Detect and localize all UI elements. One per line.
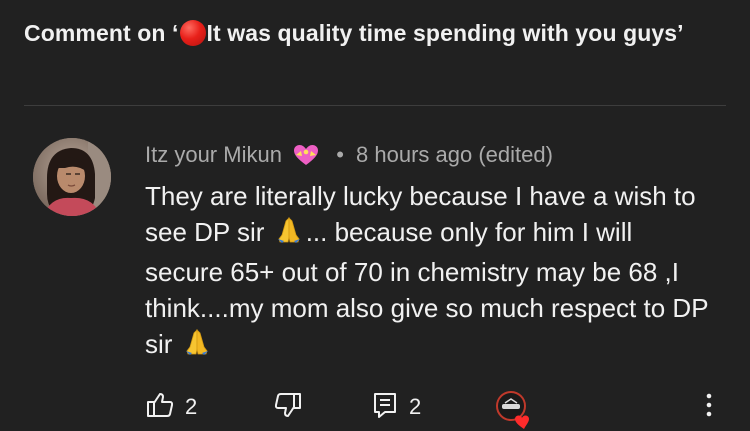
like-button[interactable]: 2: [145, 390, 197, 424]
reply-count: 2: [409, 394, 422, 419]
video-title: It was quality time spending with you gu…: [206, 20, 684, 46]
divider: [24, 105, 726, 106]
reply-icon: [371, 390, 399, 425]
avatar-photo: [33, 138, 111, 216]
comment-actions: 2 2: [145, 390, 725, 429]
avatar[interactable]: [33, 138, 111, 216]
comment-header: Comment on ‘ It was quality time spending…: [24, 18, 714, 49]
header-prefix: Comment on ‘: [24, 20, 179, 46]
creator-heart[interactable]: [495, 390, 529, 429]
folded-hands-icon: [274, 215, 304, 254]
creator-avatar: [495, 391, 529, 429]
more-options-button[interactable]: [703, 390, 715, 424]
red-circle-icon: [179, 20, 206, 46]
thumbs-up-icon: [145, 390, 175, 425]
folded-hands-icon: [182, 327, 212, 366]
heart-icon: [515, 415, 529, 429]
more-vert-icon: [703, 390, 715, 425]
author-name[interactable]: Itz your Mikun: [145, 142, 282, 167]
comment-meta: Itz your Mikun • 8 hours ago (edited): [145, 140, 553, 175]
reply-button[interactable]: 2: [371, 390, 421, 424]
comment-view: Comment on ‘ It was quality time spending…: [0, 0, 750, 431]
separator-dot: •: [336, 142, 344, 167]
comment-text: They are literally lucky because I have …: [145, 178, 715, 366]
like-count: 2: [185, 394, 198, 419]
comment-time: 8 hours ago (edited): [356, 142, 553, 167]
heart-with-ribbon-icon: [292, 143, 320, 175]
thumbs-down-icon: [273, 390, 303, 425]
dislike-button[interactable]: [273, 390, 303, 424]
